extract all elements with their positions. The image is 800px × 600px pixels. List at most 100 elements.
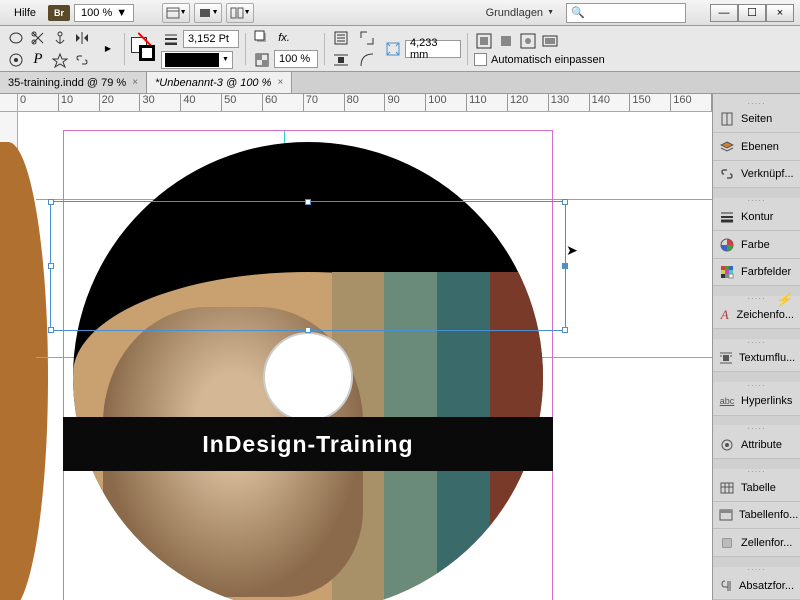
stroke-icon — [719, 209, 735, 225]
text-wrap-none-icon[interactable] — [331, 28, 351, 48]
target-icon[interactable] — [6, 50, 26, 70]
stroke-style-dropdown[interactable]: ▼ — [161, 51, 233, 69]
tab-label: 35-training.indd @ 79 % — [8, 77, 126, 89]
panel-links[interactable]: Verknüpf... — [713, 161, 800, 188]
center-content-icon[interactable] — [518, 31, 538, 51]
hyperlinks-icon: abc — [719, 393, 735, 409]
workspace-label: Grundlagen — [486, 7, 544, 19]
panel-layers[interactable]: Ebenen — [713, 133, 800, 160]
fit-prop-icon[interactable] — [540, 31, 560, 51]
textwrap-icon — [719, 350, 733, 366]
ruler-tick: 50 — [222, 94, 263, 111]
panel-label: Seiten — [741, 113, 772, 125]
tab-label: *Unbenannt-3 @ 100 % — [155, 77, 271, 89]
fit-frame-icon[interactable] — [496, 31, 516, 51]
panel-label: Tabelle — [741, 482, 776, 494]
text-wrap-around-icon[interactable] — [331, 50, 351, 70]
zoom-value: 100 % — [81, 7, 112, 19]
panel-label: Zeichenfo... — [737, 309, 794, 321]
minimize-button[interactable]: — — [710, 4, 738, 22]
ruler-tick: 90 — [385, 94, 426, 111]
corner-radius-icon[interactable] — [357, 50, 377, 70]
panel-hyperlinks[interactable]: abcHyperlinks — [713, 388, 800, 415]
frame-fitting-icon[interactable] — [383, 39, 403, 59]
zoom-dropdown[interactable]: 100 % ▼ — [74, 4, 134, 22]
close-tab-icon[interactable]: × — [132, 77, 138, 88]
resize-handle[interactable] — [48, 263, 54, 269]
drop-shadow-icon[interactable] — [252, 28, 272, 48]
cd-artwork[interactable] — [73, 142, 543, 600]
document-tab[interactable]: *Unbenannt-3 @ 100 % × — [147, 72, 292, 93]
char-icon: A — [719, 307, 731, 323]
panel-label: Textumflu... — [739, 352, 795, 364]
cellformat-icon — [719, 535, 735, 551]
table-icon — [719, 480, 735, 496]
arrange-docs-icon[interactable]: ▼ — [226, 3, 254, 23]
ellipse-tool-icon[interactable] — [6, 28, 26, 48]
star-icon[interactable] — [50, 50, 70, 70]
auto-fit-checkbox[interactable]: Automatisch einpassen — [474, 53, 605, 66]
horizontal-ruler[interactable]: 0102030405060708090100110120130140150160 — [18, 94, 712, 112]
resize-handle[interactable] — [562, 263, 568, 269]
opacity-input[interactable]: 100 % — [274, 50, 318, 68]
ruler-tick: 10 — [59, 94, 100, 111]
anchor-icon[interactable] — [50, 28, 70, 48]
ruler-origin[interactable] — [0, 94, 18, 112]
panel-label: Farbe — [741, 239, 770, 251]
cd-title-band[interactable]: InDesign-Training — [63, 417, 553, 471]
link-icon[interactable] — [72, 50, 92, 70]
ruler-tick: 0 — [18, 94, 59, 111]
corner-options-icon[interactable] — [357, 28, 377, 48]
help-menu[interactable]: Hilfe — [6, 4, 44, 22]
cd-center-hole — [263, 332, 353, 422]
swatches-icon — [719, 264, 735, 280]
resize-handle[interactable] — [48, 327, 54, 333]
fit-content-icon[interactable] — [474, 31, 494, 51]
control-panel: P ▶ 3,152 Pt ▼ fx. 100 % — [0, 26, 800, 72]
panel-pages[interactable]: Seiten — [713, 106, 800, 133]
ruler-tick: 120 — [508, 94, 549, 111]
search-field[interactable]: 🔍 — [566, 3, 686, 23]
close-tab-icon[interactable]: × — [277, 77, 283, 88]
canvas[interactable]: 0102030405060708090100110120130140150160… — [0, 94, 712, 600]
document-tab[interactable]: 35-training.indd @ 79 % × — [0, 72, 147, 93]
ruler-tick: 160 — [671, 94, 712, 111]
expand-icon[interactable]: ▶ — [98, 39, 118, 59]
pages-icon — [719, 111, 735, 127]
ruler-tick: 20 — [100, 94, 141, 111]
fx-icon[interactable]: fx. — [274, 28, 294, 48]
panel-table[interactable]: Tabelle — [713, 475, 800, 502]
panel-para[interactable]: Absatzfor... — [713, 573, 800, 600]
resize-handle[interactable] — [562, 327, 568, 333]
panel-tableformat[interactable]: Tabellenfo... — [713, 502, 800, 529]
color-icon — [719, 237, 735, 253]
panel-swatches[interactable]: Farbfelder — [713, 259, 800, 286]
maximize-button[interactable]: ☐ — [738, 4, 766, 22]
reflect-icon[interactable] — [72, 28, 92, 48]
panel-cellformat[interactable]: Zellenfor... — [713, 529, 800, 556]
panel-label: Farbfelder — [741, 266, 791, 278]
view-options-icon[interactable]: ▼ — [162, 3, 190, 23]
panel-attributes[interactable]: Attribute — [713, 431, 800, 458]
panel-stroke[interactable]: Kontur — [713, 204, 800, 231]
menu-bar: Hilfe Br 100 %▼ ▼ ▼ ▼ Grundlagen▼ 🔍 — ☐ … — [0, 0, 800, 26]
screen-mode-icon[interactable]: ▼ — [194, 3, 222, 23]
ruler-tick: 30 — [140, 94, 181, 111]
flash-icon[interactable]: ⚡ — [776, 292, 792, 308]
fill-stroke-swatch[interactable] — [131, 37, 155, 61]
workspace-switcher[interactable]: Grundlagen▼ — [478, 4, 562, 22]
close-button[interactable]: × — [766, 4, 794, 22]
fit-value-input[interactable]: 4,233 mm — [405, 40, 461, 58]
para-icon — [719, 578, 733, 594]
ruler-tick: 140 — [590, 94, 631, 111]
links-icon — [719, 166, 735, 182]
text-path-icon[interactable]: P — [28, 50, 48, 70]
adjacent-cd-artwork — [0, 142, 48, 600]
scissors-icon[interactable] — [28, 28, 48, 48]
stroke-weight-input[interactable]: 3,152 Pt — [183, 30, 239, 48]
panel-color[interactable]: Farbe — [713, 231, 800, 258]
bridge-button[interactable]: Br — [48, 5, 70, 21]
panel-label: Verknüpf... — [741, 168, 794, 180]
dropdown-icon: ▼ — [116, 7, 127, 19]
panel-textwrap[interactable]: Textumflu... — [713, 345, 800, 372]
